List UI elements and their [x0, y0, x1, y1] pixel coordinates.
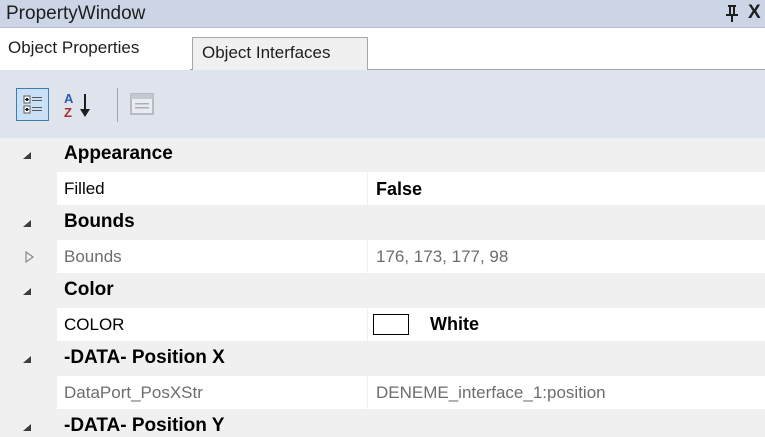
property-value[interactable]: White: [430, 314, 479, 335]
category-row-data-position-y[interactable]: -DATA- Position Y: [0, 410, 765, 437]
column-divider[interactable]: [367, 308, 368, 342]
collapse-arrow-icon[interactable]: [22, 353, 34, 365]
category-label: Appearance: [64, 143, 173, 164]
category-label: -DATA- Position X: [64, 347, 225, 368]
collapse-arrow-icon[interactable]: [22, 149, 34, 161]
property-row-bounds[interactable]: Bounds 176, 173, 177, 98: [0, 240, 765, 274]
category-row-data-position-x[interactable]: -DATA- Position X: [0, 342, 765, 376]
toolbar: A Z: [0, 70, 765, 138]
sort-letter-z: Z: [64, 105, 72, 120]
sort-letter-a: A: [64, 91, 74, 106]
property-pages-button[interactable]: [124, 88, 160, 121]
collapse-arrow-icon[interactable]: [22, 217, 34, 229]
collapse-arrow-icon[interactable]: [22, 285, 34, 297]
row-gutter: [0, 308, 57, 342]
property-value[interactable]: 176, 173, 177, 98: [376, 247, 508, 267]
pin-icon[interactable]: [724, 3, 740, 23]
title-bar[interactable]: PropertyWindow X: [0, 0, 765, 28]
property-name: DataPort_PosXStr: [64, 383, 203, 402]
category-label: Color: [64, 279, 114, 300]
collapse-arrow-icon[interactable]: [22, 421, 34, 433]
window-title: PropertyWindow: [6, 3, 146, 24]
category-label: Bounds: [64, 211, 135, 232]
category-label: -DATA- Position Y: [64, 415, 225, 436]
row-gutter: [0, 172, 57, 206]
property-value[interactable]: False: [376, 179, 422, 200]
property-pages-icon: [130, 93, 154, 115]
column-divider[interactable]: [367, 376, 368, 410]
property-row-dataport-posxstr[interactable]: DataPort_PosXStr DENEME_interface_1:posi…: [0, 376, 765, 410]
toolbar-separator: [117, 88, 118, 122]
alphabetical-sort-button[interactable]: A Z: [56, 88, 110, 121]
property-row-filled[interactable]: Filled False: [0, 172, 765, 206]
tab-object-properties[interactable]: Object Properties: [0, 28, 190, 70]
tab-strip: Object Properties Object Interfaces: [0, 28, 765, 70]
property-name: COLOR: [64, 315, 125, 334]
color-swatch[interactable]: [373, 314, 409, 335]
property-value[interactable]: DENEME_interface_1:position: [376, 383, 606, 403]
category-row-bounds[interactable]: Bounds: [0, 206, 765, 240]
sort-alphabetical-icon: A Z: [64, 91, 90, 120]
property-grid: Appearance Filled False Bounds Bounds 17…: [0, 138, 765, 437]
property-row-color[interactable]: COLOR White: [0, 308, 765, 342]
property-name: Bounds: [64, 247, 122, 266]
tab-object-interfaces[interactable]: Object Interfaces: [192, 37, 368, 70]
column-divider[interactable]: [367, 240, 368, 274]
close-icon[interactable]: X: [748, 3, 761, 23]
property-name: Filled: [64, 179, 105, 198]
expand-arrow-icon[interactable]: [24, 251, 36, 263]
category-row-color[interactable]: Color: [0, 274, 765, 308]
categorized-icon: [23, 95, 42, 114]
categorized-button[interactable]: [16, 88, 49, 121]
category-row-appearance[interactable]: Appearance: [0, 138, 765, 172]
property-window: PropertyWindow X Object Properties Objec…: [0, 0, 765, 437]
row-gutter: [0, 376, 57, 410]
column-divider[interactable]: [367, 172, 368, 206]
